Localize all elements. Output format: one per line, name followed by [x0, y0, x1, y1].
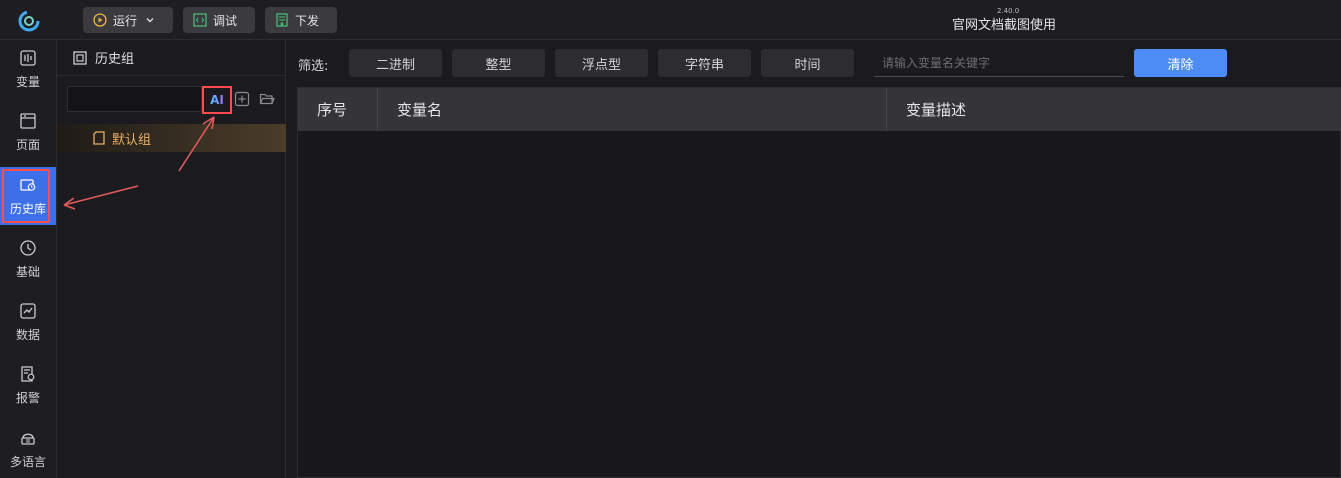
rail-label-variable: 变量 — [15, 74, 40, 89]
run-button[interactable]: 运行 — [83, 7, 173, 33]
alarm-doc-icon — [21, 365, 35, 382]
rail-item-basic[interactable]: 基础 — [0, 230, 56, 288]
rail-item-variable[interactable]: 变量 — [0, 40, 56, 98]
filter-chip-string[interactable]: 字符串 — [658, 49, 751, 77]
project-title: 官网文档截图使用 — [952, 18, 1057, 33]
rail-item-data[interactable]: 数据 — [0, 293, 56, 351]
group-item-label: 默认组 — [112, 132, 152, 148]
deploy-label: 下发 — [295, 13, 320, 28]
language-icon — [21, 433, 35, 445]
group-file-icon — [93, 131, 105, 145]
open-folder-icon[interactable] — [259, 91, 275, 107]
rail-item-language[interactable]: 多语言 — [0, 420, 56, 478]
column-header-description[interactable]: 变量描述 — [887, 88, 1341, 131]
group-panel-title: 历史组 — [95, 52, 135, 67]
ai-label: AI — [210, 93, 224, 107]
rail-label-data: 数据 — [15, 327, 40, 342]
chart-icon — [20, 302, 36, 319]
history-group-panel: 历史组 AI 默认组 — [57, 40, 286, 478]
column-header-name[interactable]: 变量名 — [378, 88, 887, 131]
variable-icon — [20, 49, 36, 66]
group-item-default[interactable]: 默认组 — [57, 124, 286, 152]
add-group-icon[interactable] — [234, 91, 250, 107]
group-panel-header: 历史组 — [57, 40, 286, 76]
group-search-input[interactable] — [67, 86, 202, 112]
rail-label-basic: 基础 — [15, 264, 40, 279]
rail-item-history-db[interactable]: 历史库 — [0, 167, 56, 225]
clock-icon — [20, 239, 36, 256]
filter-chip-time[interactable]: 时间 — [761, 49, 854, 77]
debug-label: 调试 — [213, 13, 238, 28]
top-bar: 运行 调试 下发 2.40.0 官网文档截图使用 — [0, 0, 1341, 40]
filter-chip-float[interactable]: 浮点型 — [555, 49, 648, 77]
page-icon — [20, 112, 36, 129]
app-logo-icon — [18, 10, 40, 32]
debug-code-icon — [193, 13, 207, 27]
history-db-icon — [20, 178, 36, 191]
filter-label: 筛选: — [298, 59, 329, 74]
left-nav-rail: 变量 页面 历史库 基础 数据 报警 多语言 — [0, 40, 57, 478]
rail-label-page: 页面 — [15, 137, 40, 152]
deploy-doc-icon — [276, 13, 288, 27]
variable-table: 序号 变量名 变量描述 — [297, 87, 1341, 478]
table-header: 序号 变量名 变量描述 — [298, 88, 1341, 131]
rail-label-language: 多语言 — [9, 454, 46, 469]
rail-item-alarm[interactable]: 报警 — [0, 356, 56, 414]
play-icon — [93, 13, 107, 27]
filter-chip-binary[interactable]: 二进制 — [349, 49, 442, 77]
debug-button[interactable]: 调试 — [183, 7, 255, 33]
rail-label-alarm: 报警 — [15, 390, 40, 405]
chevron-down-icon[interactable] — [145, 15, 155, 25]
deploy-button[interactable]: 下发 — [265, 7, 337, 33]
column-header-seq[interactable]: 序号 — [298, 88, 378, 131]
ai-button[interactable]: AI — [202, 86, 232, 114]
history-group-icon — [73, 50, 87, 65]
rail-item-page[interactable]: 页面 — [0, 103, 56, 161]
filter-chip-integer[interactable]: 整型 — [452, 49, 545, 77]
filter-bar: 筛选: 二进制 整型 浮点型 字符串 时间 清除 — [287, 40, 1341, 87]
rail-label-history-db: 历史库 — [9, 201, 46, 216]
run-label: 运行 — [113, 13, 138, 28]
variable-search-input[interactable] — [874, 49, 1124, 77]
clear-button[interactable]: 清除 — [1134, 49, 1227, 77]
